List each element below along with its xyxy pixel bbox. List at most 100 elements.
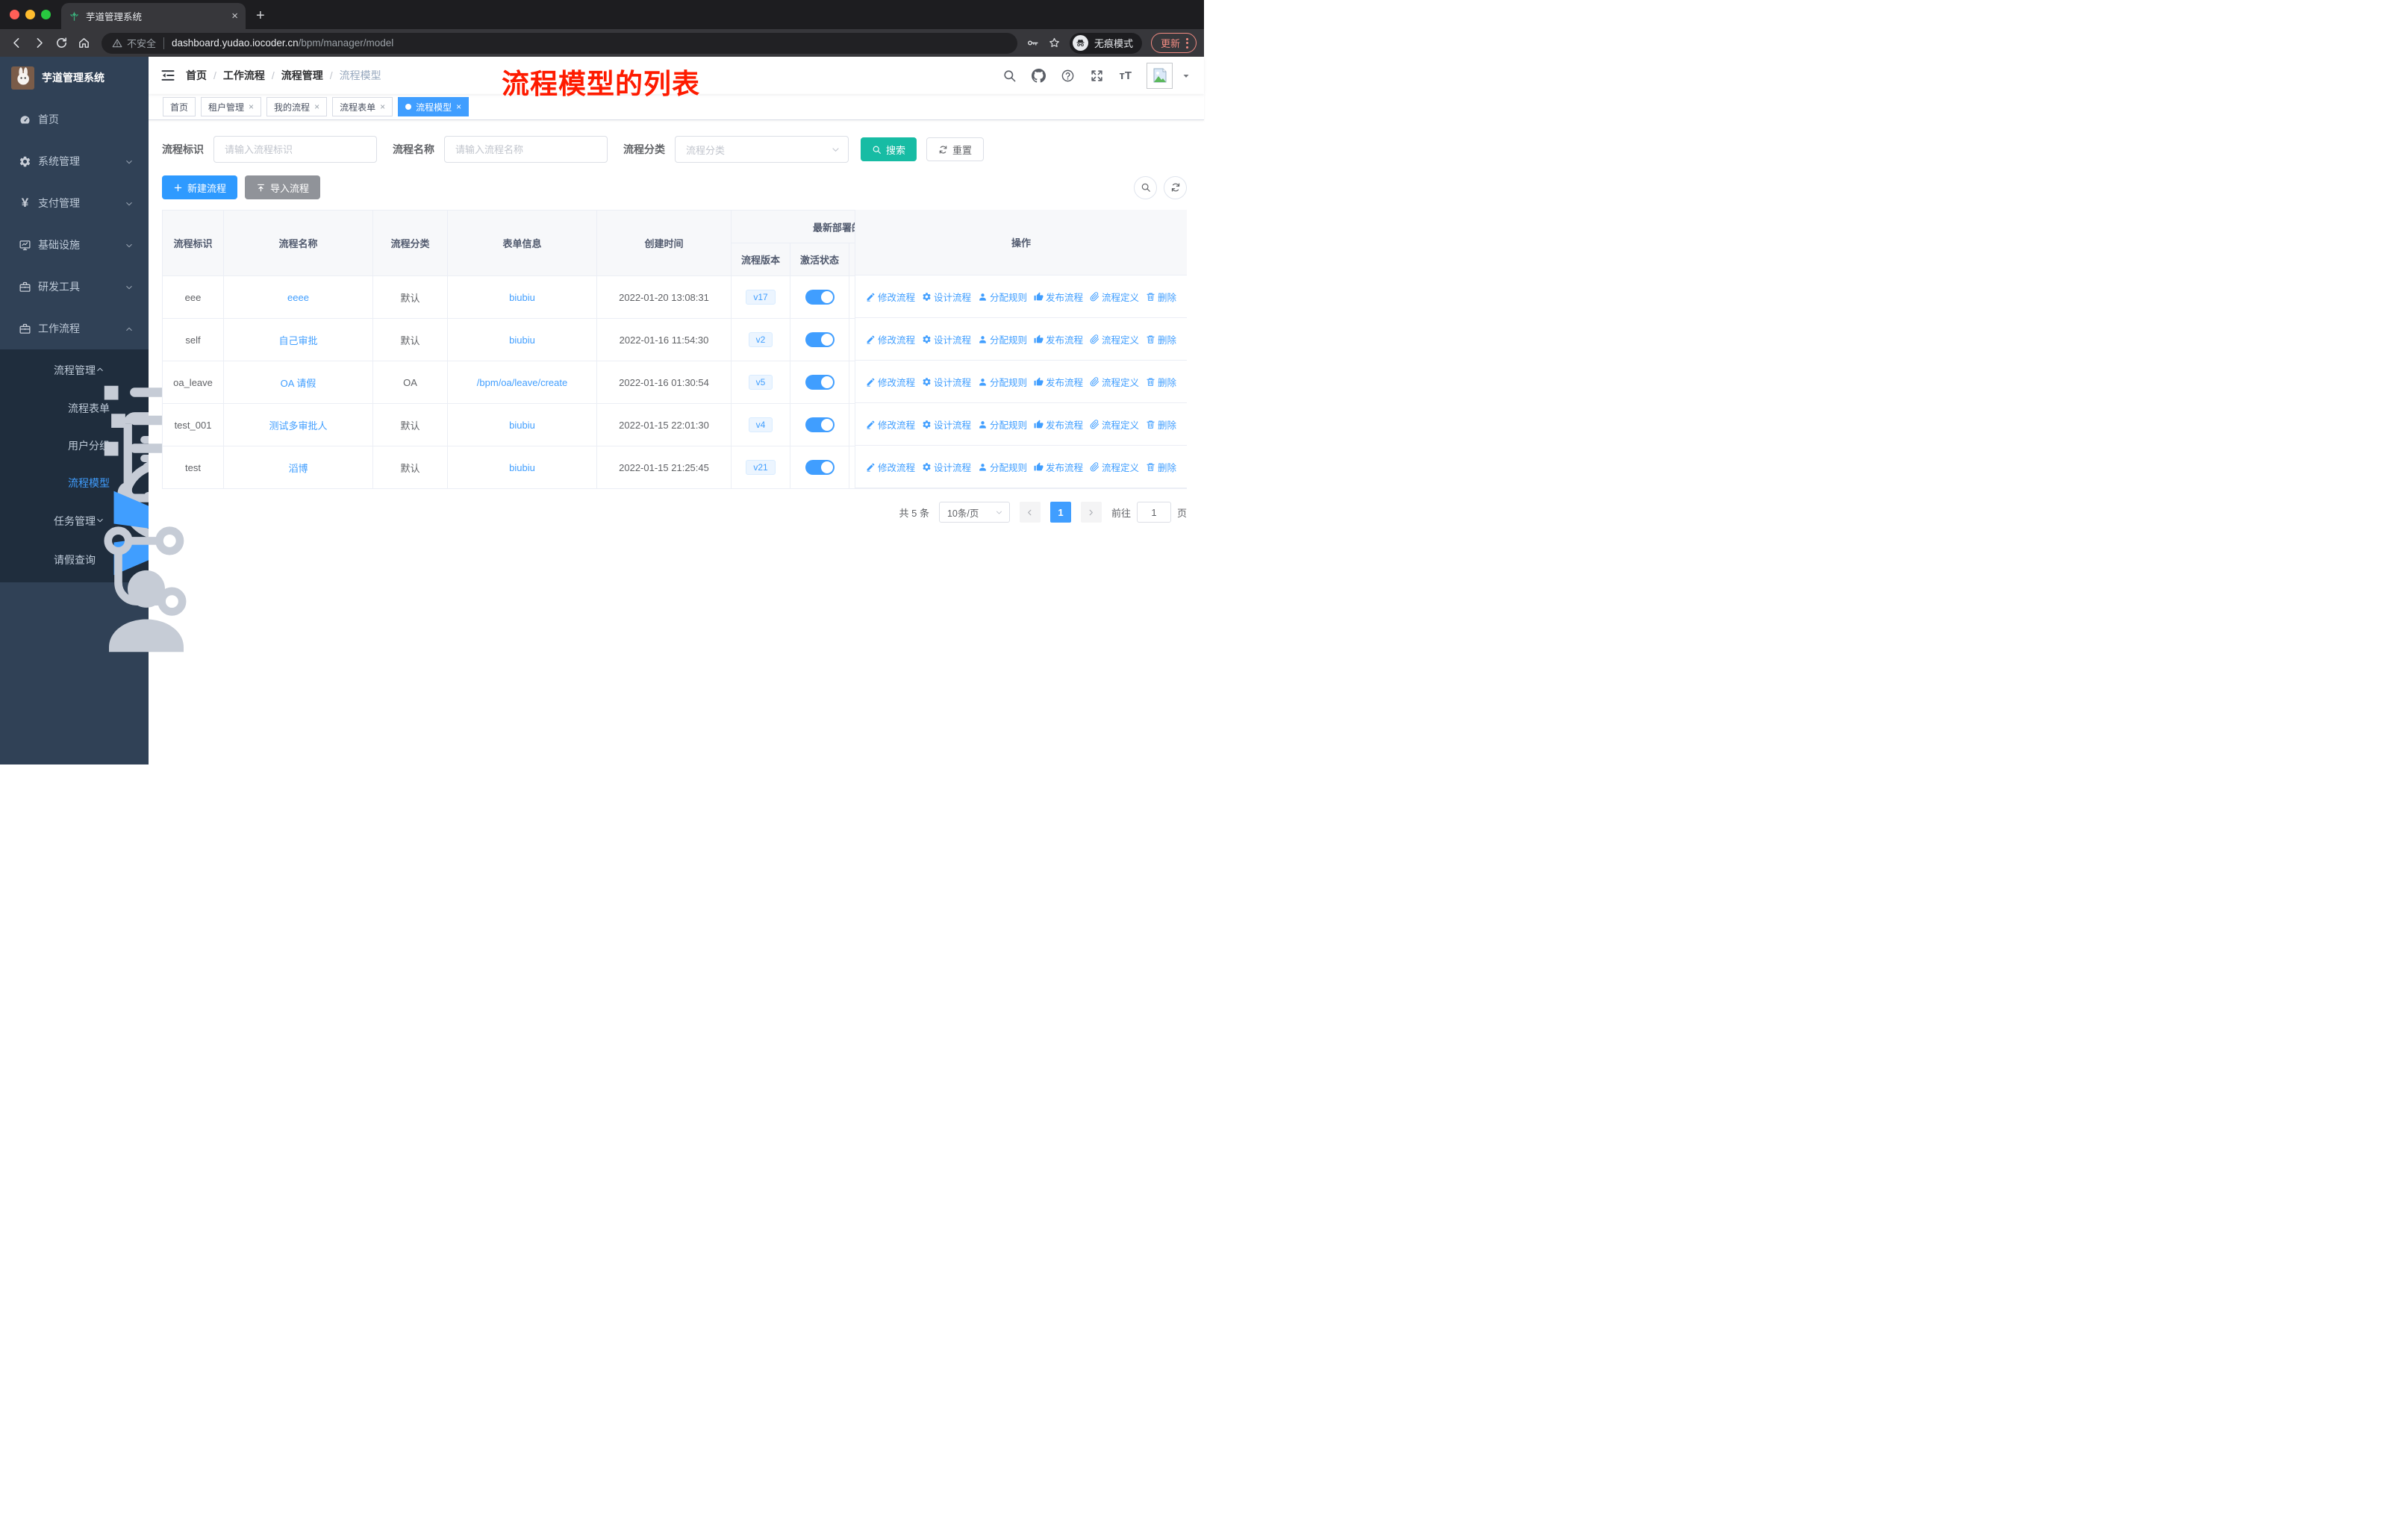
publish-process-link[interactable]: 发布流程 bbox=[1034, 460, 1083, 474]
sidebar-item-leave-query[interactable]: 请假查询 bbox=[0, 541, 149, 579]
process-name-input[interactable] bbox=[444, 136, 608, 163]
form-info-link[interactable]: biubiu bbox=[509, 334, 535, 346]
bookmark-star-icon[interactable] bbox=[1048, 37, 1061, 49]
publish-process-link[interactable]: 发布流程 bbox=[1034, 375, 1083, 389]
font-size-icon[interactable]: тT bbox=[1119, 69, 1132, 82]
version-tag[interactable]: v21 bbox=[746, 460, 776, 475]
window-minimize-button[interactable] bbox=[25, 10, 35, 19]
sidebar-item-system[interactable]: 系统管理 bbox=[0, 140, 149, 182]
design-process-link[interactable]: 设计流程 bbox=[922, 417, 971, 432]
security-warning[interactable]: 不安全 bbox=[112, 36, 156, 50]
process-name-link[interactable]: 自己审批 bbox=[278, 335, 317, 346]
tag-process-form[interactable]: 流程表单 × bbox=[332, 97, 393, 116]
search-button[interactable]: 搜索 bbox=[861, 137, 917, 161]
assign-rule-link[interactable]: 分配规则 bbox=[978, 417, 1027, 432]
close-icon[interactable]: × bbox=[314, 102, 319, 112]
form-info-link[interactable]: biubiu bbox=[509, 462, 535, 473]
version-tag[interactable]: v17 bbox=[746, 290, 776, 305]
active-toggle[interactable] bbox=[805, 332, 835, 347]
process-name-link[interactable]: 测试多审批人 bbox=[269, 420, 327, 432]
form-info-link[interactable]: biubiu bbox=[509, 292, 535, 303]
update-menu-button[interactable]: 更新 bbox=[1150, 33, 1197, 53]
breadcrumb-item[interactable]: 工作流程 bbox=[223, 68, 265, 83]
sidebar-collapse-icon[interactable] bbox=[160, 68, 175, 83]
process-name-link[interactable]: eeee bbox=[287, 292, 309, 303]
delete-link[interactable]: 删除 bbox=[1146, 375, 1176, 389]
caret-down-icon[interactable] bbox=[1182, 71, 1191, 80]
forward-icon[interactable] bbox=[30, 34, 48, 52]
edit-process-link[interactable]: 修改流程 bbox=[866, 417, 915, 432]
delete-link[interactable]: 删除 bbox=[1146, 332, 1176, 346]
process-definition-link[interactable]: 流程定义 bbox=[1090, 460, 1139, 474]
process-name-link[interactable]: OA 请假 bbox=[281, 378, 316, 389]
github-icon[interactable] bbox=[1032, 69, 1046, 83]
edit-process-link[interactable]: 修改流程 bbox=[866, 460, 915, 474]
active-toggle[interactable] bbox=[805, 290, 835, 305]
process-definition-link[interactable]: 流程定义 bbox=[1090, 332, 1139, 346]
publish-process-link[interactable]: 发布流程 bbox=[1034, 417, 1083, 432]
close-icon[interactable]: × bbox=[380, 102, 385, 112]
process-definition-link[interactable]: 流程定义 bbox=[1090, 375, 1139, 389]
avatar[interactable] bbox=[1147, 62, 1173, 89]
next-page-button[interactable] bbox=[1080, 502, 1102, 523]
design-process-link[interactable]: 设计流程 bbox=[922, 290, 971, 304]
process-name-link[interactable]: 滔博 bbox=[288, 463, 308, 474]
sidebar-logo[interactable]: 芋道管理系统 bbox=[0, 57, 149, 99]
publish-process-link[interactable]: 发布流程 bbox=[1034, 332, 1083, 346]
tag-tenant[interactable]: 租户管理 × bbox=[201, 97, 262, 116]
delete-link[interactable]: 删除 bbox=[1146, 290, 1176, 304]
sidebar-item-home[interactable]: 首页 bbox=[0, 99, 149, 140]
help-icon[interactable] bbox=[1061, 69, 1075, 83]
close-icon[interactable]: × bbox=[249, 102, 254, 112]
tag-home[interactable]: 首页 bbox=[163, 97, 196, 116]
breadcrumb-item[interactable]: 流程管理 bbox=[281, 68, 323, 83]
assign-rule-link[interactable]: 分配规则 bbox=[978, 332, 1027, 346]
refresh-table-button[interactable] bbox=[1164, 175, 1187, 199]
page-number-1[interactable]: 1 bbox=[1049, 502, 1071, 523]
back-icon[interactable] bbox=[7, 34, 25, 52]
version-tag[interactable]: v2 bbox=[748, 332, 773, 347]
password-key-icon[interactable] bbox=[1026, 37, 1039, 49]
version-tag[interactable]: v5 bbox=[748, 375, 773, 390]
close-icon[interactable]: × bbox=[456, 102, 461, 112]
assign-rule-link[interactable]: 分配规则 bbox=[978, 460, 1027, 474]
prev-page-button[interactable] bbox=[1019, 502, 1041, 523]
sidebar-item-infra[interactable]: 基础设施 bbox=[0, 224, 149, 266]
assign-rule-link[interactable]: 分配规则 bbox=[978, 375, 1027, 389]
sidebar-item-payment[interactable]: ¥ 支付管理 bbox=[0, 182, 149, 224]
tag-process-model[interactable]: 流程模型 × bbox=[398, 97, 470, 116]
active-toggle[interactable] bbox=[805, 417, 835, 432]
reload-icon[interactable] bbox=[52, 34, 70, 52]
tag-my-process[interactable]: 我的流程 × bbox=[266, 97, 328, 116]
delete-link[interactable]: 删除 bbox=[1146, 460, 1176, 474]
process-key-input[interactable] bbox=[213, 136, 377, 163]
category-select[interactable]: 流程分类 bbox=[675, 136, 849, 163]
publish-process-link[interactable]: 发布流程 bbox=[1034, 290, 1083, 304]
create-process-button[interactable]: 新建流程 bbox=[162, 175, 238, 199]
edit-process-link[interactable]: 修改流程 bbox=[866, 375, 915, 389]
design-process-link[interactable]: 设计流程 bbox=[922, 460, 971, 474]
edit-process-link[interactable]: 修改流程 bbox=[866, 290, 915, 304]
process-definition-link[interactable]: 流程定义 bbox=[1090, 290, 1139, 304]
window-zoom-button[interactable] bbox=[41, 10, 51, 19]
edit-process-link[interactable]: 修改流程 bbox=[866, 332, 915, 346]
process-definition-link[interactable]: 流程定义 bbox=[1090, 417, 1139, 432]
sidebar-item-workflow[interactable]: 工作流程 bbox=[0, 308, 149, 349]
breadcrumb-item[interactable]: 首页 bbox=[186, 68, 207, 83]
home-icon[interactable] bbox=[75, 34, 93, 52]
tab-close-icon[interactable]: × bbox=[231, 10, 238, 22]
form-info-link[interactable]: biubiu bbox=[509, 420, 535, 431]
search-icon[interactable] bbox=[1002, 69, 1017, 83]
browser-tab[interactable]: 芋道管理系统 × bbox=[61, 3, 246, 29]
active-toggle[interactable] bbox=[805, 375, 835, 390]
design-process-link[interactable]: 设计流程 bbox=[922, 375, 971, 389]
address-bar[interactable]: 不安全 dashboard.yudao.iocoder.cn/bpm/manag… bbox=[102, 32, 1017, 54]
design-process-link[interactable]: 设计流程 bbox=[922, 332, 971, 346]
new-tab-button[interactable]: + bbox=[256, 7, 265, 25]
assign-rule-link[interactable]: 分配规则 bbox=[978, 290, 1027, 304]
delete-link[interactable]: 删除 bbox=[1146, 417, 1176, 432]
page-size-select[interactable]: 10条/页 bbox=[938, 502, 1010, 523]
import-process-button[interactable]: 导入流程 bbox=[245, 175, 321, 199]
sidebar-item-process-manage[interactable]: 流程管理 bbox=[0, 351, 149, 390]
show-search-button[interactable] bbox=[1134, 175, 1157, 199]
